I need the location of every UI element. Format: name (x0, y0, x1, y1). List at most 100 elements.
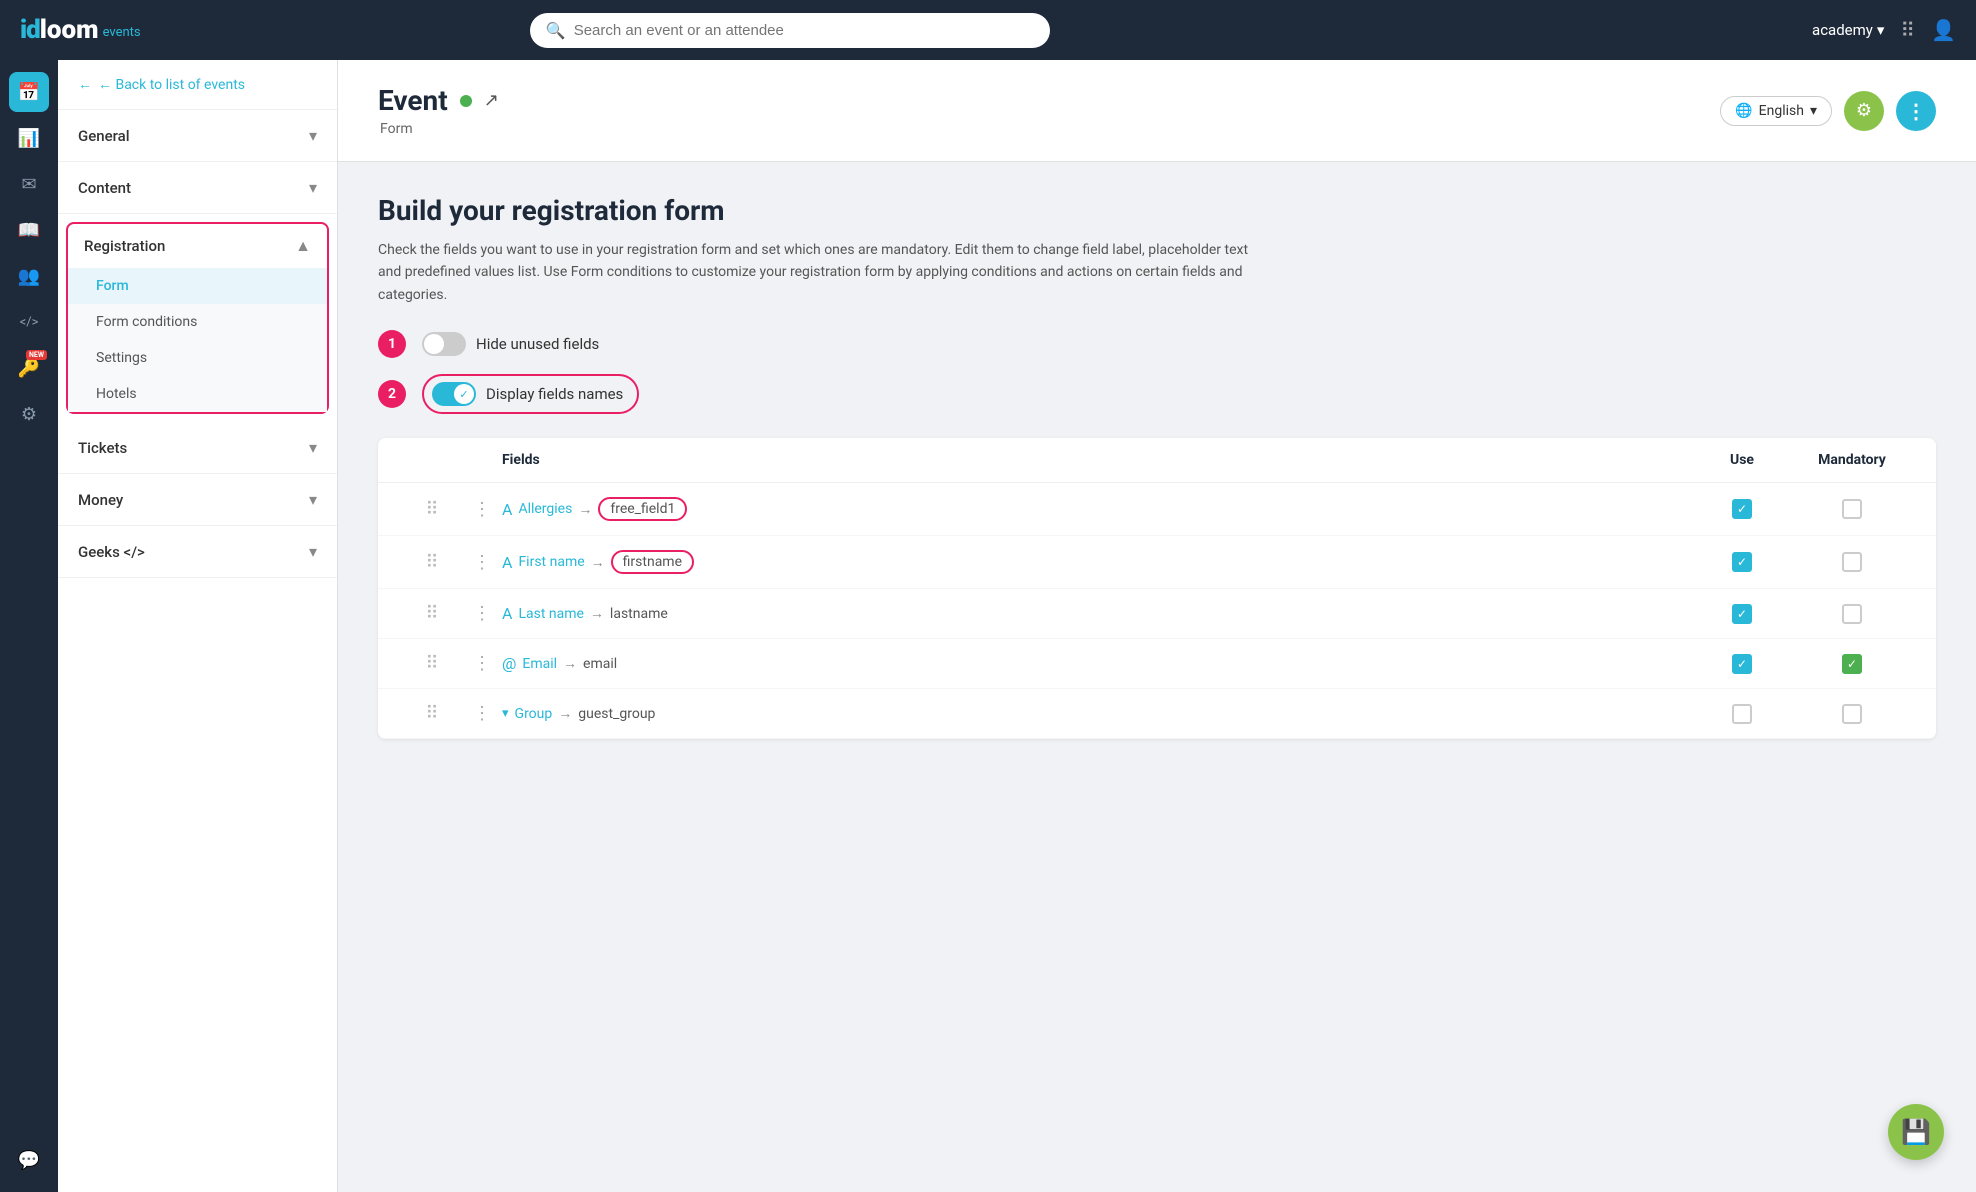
money-chevron-icon: ▾ (309, 490, 317, 509)
sidebar-icon-key[interactable]: 🔑 NEW (9, 348, 49, 388)
sidebar-section-geeks: Geeks </> ▾ (58, 526, 337, 578)
tickets-header[interactable]: Tickets ▾ (58, 422, 337, 473)
field-label-email: Email (522, 656, 557, 672)
content-chevron-icon: ▾ (309, 178, 317, 197)
use-checkbox-group[interactable] (1692, 704, 1792, 724)
gear-button[interactable]: ⚙ (1844, 91, 1884, 131)
event-status-dot (460, 95, 472, 107)
drag-handle-icon[interactable]: ⠿ (402, 552, 462, 573)
mandatory-checkbox-allergies[interactable] (1792, 499, 1912, 519)
checkbox-icon: ✓ (1732, 654, 1752, 674)
mandatory-checkbox-group[interactable] (1792, 704, 1912, 724)
checkbox-icon: ✓ (1732, 552, 1752, 572)
search-bar: 🔍 (530, 13, 1050, 48)
search-input[interactable] (574, 22, 1034, 39)
general-header[interactable]: General ▾ (58, 110, 337, 161)
sidebar-icon-chart[interactable]: 📊 (9, 118, 49, 158)
table-row: ⠿ ⋮ A Allergies → free_field1 ✓ (378, 483, 1936, 536)
mandatory-checkbox-firstname[interactable] (1792, 552, 1912, 572)
event-subtitle: Form (380, 121, 499, 137)
money-header[interactable]: Money ▾ (58, 474, 337, 525)
sidebar-section-money: Money ▾ (58, 474, 337, 526)
back-to-list-button[interactable]: ← ← Back to list of events (58, 60, 337, 110)
form-label: Form (96, 278, 129, 294)
user-icon[interactable]: 👤 (1931, 18, 1956, 42)
sidebar: ← ← Back to list of events General ▾ Con… (58, 60, 338, 1192)
sidebar-section-general: General ▾ (58, 110, 337, 162)
sidebar-item-hotels[interactable]: Hotels (68, 376, 327, 412)
registration-label: Registration (84, 237, 165, 255)
use-checkbox-allergies[interactable]: ✓ (1692, 499, 1792, 519)
nav-right: academy ▾ ⠿ 👤 (1812, 18, 1956, 42)
row-menu-icon[interactable]: ⋮ (462, 552, 502, 573)
col-use-header: Use (1692, 452, 1792, 468)
row-menu-icon[interactable]: ⋮ (462, 499, 502, 520)
drag-handle-icon[interactable]: ⠿ (402, 703, 462, 724)
field-key-allergies: free_field1 (598, 497, 687, 521)
use-checkbox-email[interactable]: ✓ (1692, 654, 1792, 674)
settings-label: Settings (96, 350, 147, 366)
hide-unused-toggle[interactable]: ✕ (422, 332, 466, 356)
sidebar-icon-users[interactable]: 👥 (9, 256, 49, 296)
form-builder: Build your registration form Check the f… (338, 162, 1976, 771)
drag-handle-icon[interactable]: ⠿ (402, 653, 462, 674)
checkbox-icon: ✓ (1732, 604, 1752, 624)
field-type-icon-text: A (502, 553, 512, 572)
event-header-card: Event ↗ Form 🌐 English ▾ ⚙ ⋮ (338, 60, 1976, 162)
external-link-icon[interactable]: ↗ (484, 90, 499, 111)
field-key-firstname: firstname (611, 550, 694, 574)
event-title: Event (378, 84, 448, 117)
registration-subitems: Form Form conditions Settings Hotels (68, 268, 327, 412)
money-label: Money (78, 491, 123, 509)
language-label: English (1759, 103, 1804, 119)
use-checkbox-lastname[interactable]: ✓ (1692, 604, 1792, 624)
drag-handle-icon[interactable]: ⠿ (402, 603, 462, 624)
sidebar-item-form[interactable]: Form (68, 268, 327, 304)
step-1-badge: 1 (378, 330, 406, 358)
use-checkbox-firstname[interactable]: ✓ (1692, 552, 1792, 572)
save-fab-button[interactable]: 💾 (1888, 1104, 1944, 1160)
geeks-label: Geeks </> (78, 543, 145, 561)
field-type-icon-text: A (502, 500, 512, 519)
content-header[interactable]: Content ▾ (58, 162, 337, 213)
sidebar-section-content: Content ▾ (58, 162, 337, 214)
more-icon: ⋮ (1906, 99, 1926, 123)
sidebar-icon-settings[interactable]: ⚙ (9, 394, 49, 434)
language-button[interactable]: 🌐 English ▾ (1720, 96, 1832, 126)
academy-button[interactable]: academy ▾ (1812, 21, 1884, 39)
row-menu-icon[interactable]: ⋮ (462, 703, 502, 724)
grid-icon[interactable]: ⠿ (1900, 18, 1915, 42)
table-row: ⠿ ⋮ A Last name → lastname ✓ (378, 589, 1936, 639)
table-row: ⠿ ⋮ ▾ Group → guest_group (378, 689, 1936, 739)
sidebar-icon-calendar[interactable]: 📅 (9, 72, 49, 112)
logo-events: events (103, 25, 141, 40)
drag-handle-icon[interactable]: ⠿ (402, 499, 462, 520)
mandatory-checkbox-email[interactable]: ✓ (1792, 654, 1912, 674)
sidebar-icon-email[interactable]: ✉ (9, 164, 49, 204)
mandatory-checkbox-lastname[interactable] (1792, 604, 1912, 624)
logo-id: id (20, 15, 40, 45)
field-name-cell: ▾ Group → guest_group (502, 705, 1692, 722)
chevron-down-icon: ▾ (1877, 21, 1885, 39)
save-icon: 💾 (1901, 1118, 1931, 1146)
more-button[interactable]: ⋮ (1896, 91, 1936, 131)
logo: idloom events (20, 15, 141, 45)
event-title-row: Event ↗ (378, 84, 499, 117)
display-fields-toggle[interactable]: ✓ (432, 382, 476, 406)
geeks-header[interactable]: Geeks </> ▾ (58, 526, 337, 577)
field-type-icon-group: ▾ (502, 706, 509, 721)
sidebar-icon-code[interactable]: </> (9, 302, 49, 342)
step-2-row: 2 ✓ Display fields names (378, 374, 1936, 414)
hide-unused-toggle-knob: ✕ (424, 334, 444, 354)
registration-header[interactable]: Registration ▲ (68, 224, 327, 268)
sidebar-item-settings[interactable]: Settings (68, 340, 327, 376)
sidebar-item-form-conditions[interactable]: Form conditions (68, 304, 327, 340)
col-mandatory-header: Mandatory (1792, 452, 1912, 468)
row-menu-icon[interactable]: ⋮ (462, 603, 502, 624)
field-name-cell: A Last name → lastname (502, 604, 1692, 623)
field-key-lastname: lastname (610, 606, 668, 622)
sidebar-icon-book[interactable]: 📖 (9, 210, 49, 250)
row-menu-icon[interactable]: ⋮ (462, 653, 502, 674)
sidebar-icon-help[interactable]: 💬 (9, 1140, 49, 1180)
checkbox-empty-icon (1842, 704, 1862, 724)
